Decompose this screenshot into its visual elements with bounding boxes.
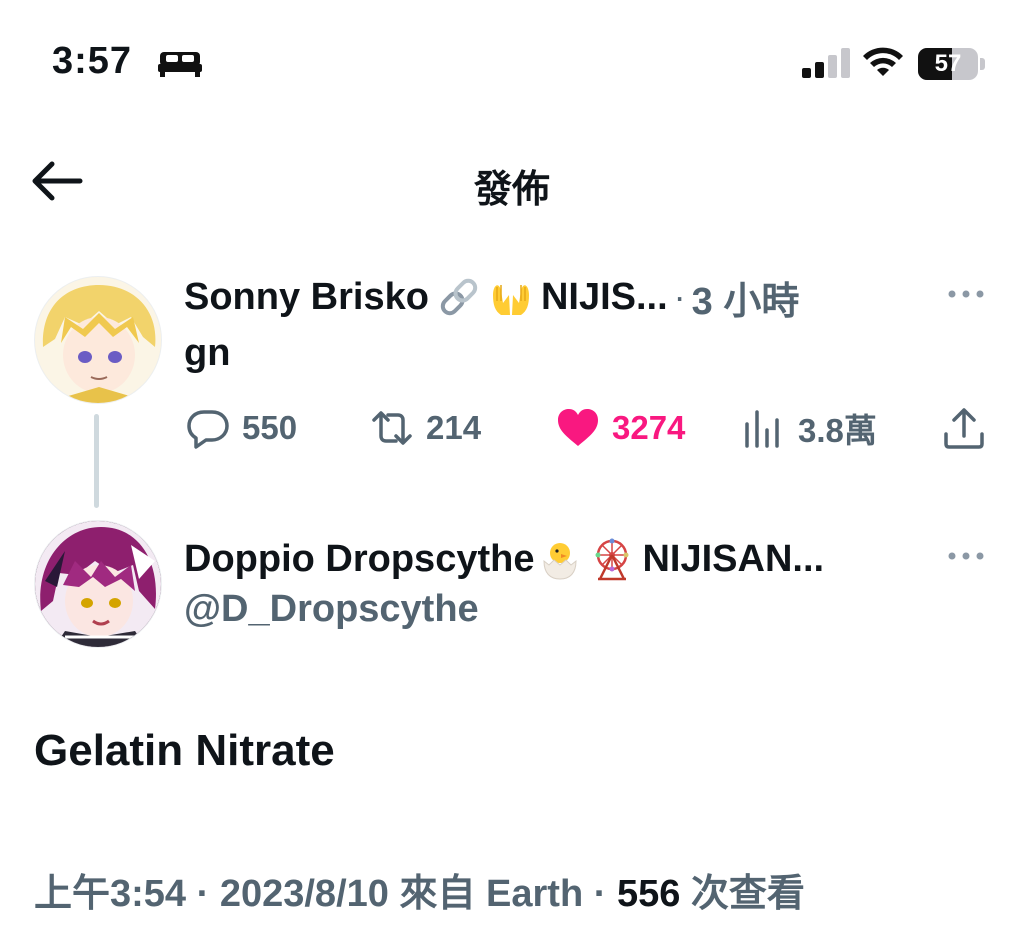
views-count: 3.8萬 bbox=[798, 412, 877, 449]
tweet-views-label: 次查看 bbox=[690, 873, 805, 915]
reply-count: 550 bbox=[242, 409, 298, 446]
separator-dot: · bbox=[593, 873, 607, 915]
author-handle[interactable]: @D_Dropscythe bbox=[184, 588, 479, 631]
battery-level: 57 bbox=[934, 50, 962, 77]
status-time: 3:57 bbox=[52, 40, 133, 82]
thread-connector-line bbox=[94, 414, 99, 508]
tweet-views-count: 556 bbox=[616, 873, 681, 915]
tweet-detail-screen: 3:57 57 發佈 Sonny Brisko NIJIS... · 3 小時 … bbox=[0, 0, 1024, 949]
share-button[interactable] bbox=[942, 400, 986, 456]
palms-up-emoji-icon bbox=[492, 285, 529, 315]
main-tweet-header: Doppio Dropscythe NIJISAN... bbox=[184, 532, 929, 586]
reply-tweet-header: Sonny Brisko NIJIS... · 3 小時 bbox=[184, 270, 904, 324]
views-bar-chart-icon bbox=[745, 410, 779, 448]
retweet-count: 214 bbox=[426, 409, 482, 446]
tweet-time[interactable]: 上午3:54 bbox=[34, 873, 186, 915]
avatar-sonny-brisko[interactable] bbox=[34, 276, 162, 404]
avatar-portrait-blonde bbox=[35, 277, 161, 403]
tweet-actions-bar: 550 214 3274 3.8萬 bbox=[184, 400, 984, 456]
like-count: 3274 bbox=[612, 409, 686, 446]
tweet-source: 來自 Earth bbox=[399, 873, 584, 915]
reply-bubble-icon bbox=[187, 410, 229, 449]
author-name[interactable]: Sonny Brisko bbox=[184, 276, 429, 319]
author-name-suffix: NIJIS... bbox=[540, 275, 668, 318]
reply-tweet-text: gn bbox=[184, 332, 231, 374]
battery-indicator: 57 bbox=[918, 48, 978, 80]
wifi-icon bbox=[863, 47, 903, 76]
cellular-signal-icon bbox=[802, 48, 850, 78]
main-tweet-text: Gelatin Nitrate bbox=[34, 726, 335, 775]
more-options-icon[interactable] bbox=[946, 288, 986, 300]
hatching-chick-emoji-icon bbox=[543, 543, 577, 580]
separator-dot: · bbox=[673, 276, 686, 317]
reply-button[interactable]: 550 bbox=[186, 400, 297, 456]
share-upload-icon bbox=[944, 408, 984, 449]
status-bar: 3:57 57 bbox=[0, 0, 1024, 120]
separator-dot: · bbox=[196, 873, 210, 915]
author-name[interactable]: Doppio Dropscythe bbox=[184, 538, 534, 581]
tweet-metadata: 上午3:54 · 2023/8/10 來自 Earth · 556 次查看 bbox=[34, 862, 805, 917]
tweet-time-ago[interactable]: 3 小時 bbox=[692, 270, 800, 325]
like-button[interactable]: 3274 bbox=[556, 400, 685, 456]
sleep-focus-bed-icon bbox=[158, 52, 202, 77]
author-name-suffix: NIJISAN... bbox=[642, 537, 825, 580]
views-button[interactable]: 3.8萬 bbox=[742, 400, 877, 456]
retweet-button[interactable]: 214 bbox=[370, 400, 481, 456]
retweet-icon bbox=[372, 411, 412, 445]
avatar-doppio-dropscythe[interactable] bbox=[34, 520, 162, 648]
page-title: 發佈 bbox=[473, 169, 550, 211]
heart-filled-icon bbox=[558, 409, 598, 446]
avatar-portrait-magenta bbox=[35, 521, 161, 647]
tweet-date[interactable]: 2023/8/10 bbox=[220, 873, 389, 915]
ferris-wheel-emoji-icon bbox=[595, 538, 629, 581]
more-options-icon[interactable] bbox=[946, 550, 986, 562]
battery-tip bbox=[980, 58, 985, 70]
link-emoji-icon bbox=[440, 278, 478, 316]
